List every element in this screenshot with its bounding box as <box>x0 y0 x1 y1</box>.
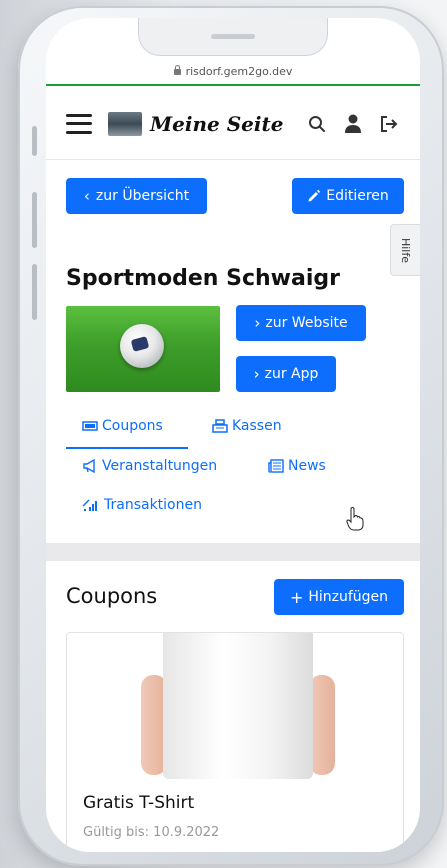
tab-veranstaltungen[interactable]: Veranstaltungen <box>82 458 217 474</box>
megaphone-icon <box>83 459 95 473</box>
edit-button-label: Editieren <box>326 188 389 204</box>
edit-button[interactable]: Editieren <box>292 178 404 214</box>
tab-news[interactable]: News <box>268 458 326 474</box>
top-navbar: Meine Seite <box>46 88 420 160</box>
tab-coupons[interactable]: Coupons <box>82 418 163 434</box>
logout-icon[interactable] <box>378 113 400 135</box>
shop-title: Sportmoden Schwaigr <box>66 266 340 291</box>
lock-icon <box>173 65 181 75</box>
hand-pointer-icon <box>346 506 364 535</box>
tab-label: Kassen <box>232 418 282 434</box>
speaker-grille <box>211 34 255 39</box>
app-button-label: zur App <box>264 366 319 382</box>
coupons-heading: Coupons <box>66 584 158 608</box>
url-text: risdorf.gem2go.dev <box>185 64 293 78</box>
chevron-left-icon: ‹ <box>83 187 90 205</box>
ticket-icon <box>82 421 98 431</box>
section-divider <box>46 543 420 561</box>
notch <box>138 18 328 56</box>
volume-up-button <box>32 192 37 248</box>
back-to-overview-button[interactable]: ‹ zur Übersicht <box>66 178 207 214</box>
website-button-label: zur Website <box>265 315 348 331</box>
transactions-icon <box>82 499 97 511</box>
website-button[interactable]: › zur Website <box>236 305 366 341</box>
address-bar[interactable]: risdorf.gem2go.dev <box>46 58 420 86</box>
newspaper-icon <box>268 459 284 473</box>
add-button-label: Hinzufügen <box>308 589 389 605</box>
plus-icon: + <box>289 587 304 607</box>
tab-kassen[interactable]: Kassen <box>212 418 282 434</box>
coupon-image <box>67 633 403 779</box>
phone-screen: risdorf.gem2go.dev Meine Seite ‹ zur Übe… <box>46 18 420 852</box>
mute-switch <box>32 126 37 156</box>
coupon-title: Gratis T-Shirt <box>83 793 195 813</box>
site-name[interactable]: Meine Seite <box>150 112 292 136</box>
volume-down-button <box>32 264 37 320</box>
back-button-label: zur Übersicht <box>95 188 190 204</box>
site-logo[interactable] <box>108 111 142 136</box>
active-tab-indicator <box>66 447 188 449</box>
tshirt-image <box>163 633 313 779</box>
menu-icon[interactable] <box>66 113 92 134</box>
chevron-right-icon: › <box>253 365 260 383</box>
tab-label: Veranstaltungen <box>102 458 218 474</box>
chevron-right-icon: › <box>254 314 261 332</box>
pencil-icon <box>308 189 321 202</box>
coupon-valid-until: Gültig bis: 10.9.2022 <box>83 825 220 840</box>
soccer-ball-image <box>120 324 164 368</box>
help-label: Hilfe <box>399 237 412 263</box>
search-icon[interactable] <box>306 113 328 135</box>
tab-label: Coupons <box>102 418 163 434</box>
shop-image <box>66 306 220 392</box>
coupon-card[interactable]: Gratis T-Shirt Gültig bis: 10.9.2022 <box>66 632 404 852</box>
add-coupon-button[interactable]: + Hinzufügen <box>274 579 404 615</box>
tab-transaktionen[interactable]: Transaktionen <box>82 497 202 513</box>
cash-register-icon <box>212 419 228 433</box>
app-button[interactable]: › zur App <box>236 356 336 392</box>
help-tab[interactable]: Hilfe <box>390 224 420 276</box>
user-icon[interactable] <box>342 113 364 135</box>
tab-label: Transaktionen <box>104 497 202 513</box>
tab-label: News <box>288 458 326 474</box>
